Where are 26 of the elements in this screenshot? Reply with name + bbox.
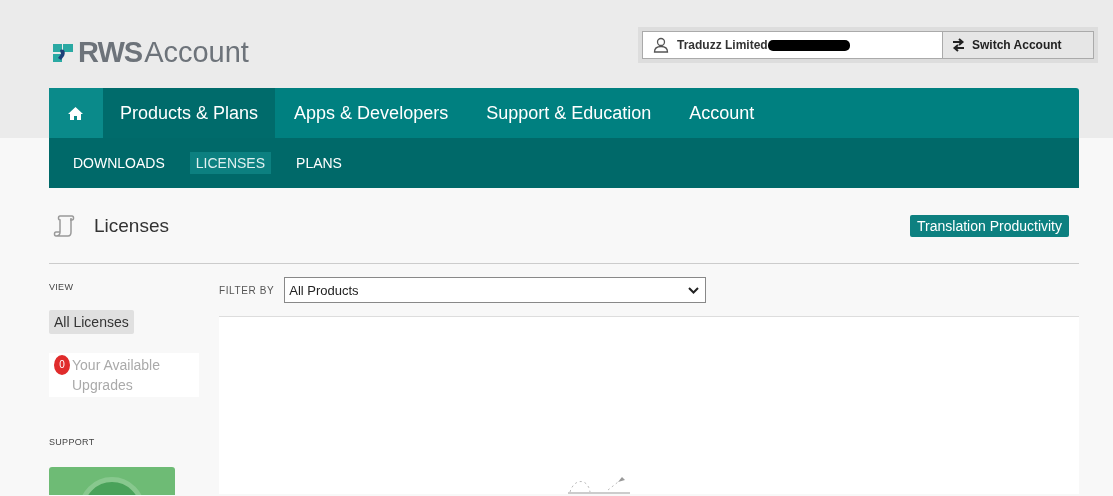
section-heading: SUPPORT bbox=[49, 437, 95, 447]
swap-arrows-icon bbox=[951, 38, 966, 52]
sub-nav-tab[interactable]: DOWNLOADS bbox=[67, 152, 171, 174]
account-name: Traduzz Limited bbox=[677, 38, 768, 52]
nav-tab[interactable]: Account bbox=[670, 88, 774, 138]
page-title: Licenses bbox=[94, 214, 169, 237]
filter-label: FILTER BY bbox=[219, 284, 275, 296]
sub-nav-tab[interactable]: LICENSES bbox=[189, 152, 272, 174]
scroll-icon bbox=[52, 213, 76, 238]
chevron-down-icon bbox=[688, 286, 700, 294]
user-icon bbox=[653, 37, 669, 53]
home-button[interactable] bbox=[49, 88, 103, 138]
nav-tab[interactable]: Products & Plans bbox=[103, 88, 276, 138]
section-heading: VIEW bbox=[49, 282, 74, 292]
switch-account-button[interactable]: Switch Account bbox=[942, 31, 1094, 59]
filter-dropdown[interactable]: All Products bbox=[284, 277, 707, 303]
sidebar-item[interactable]: All Licenses bbox=[49, 310, 134, 334]
logo-icon bbox=[52, 41, 74, 64]
logo-brand: RWS bbox=[78, 36, 143, 69]
nav-tab[interactable]: Support & Education bbox=[467, 88, 671, 138]
home-icon bbox=[68, 106, 83, 120]
sub-nav-tab[interactable]: PLANS bbox=[290, 152, 348, 174]
count-badge: 0 bbox=[54, 355, 70, 375]
product-badge: Translation Productivity bbox=[910, 214, 1069, 237]
logo-product: Account bbox=[144, 36, 249, 69]
nav-tab[interactable]: Apps & Developers bbox=[275, 88, 468, 138]
